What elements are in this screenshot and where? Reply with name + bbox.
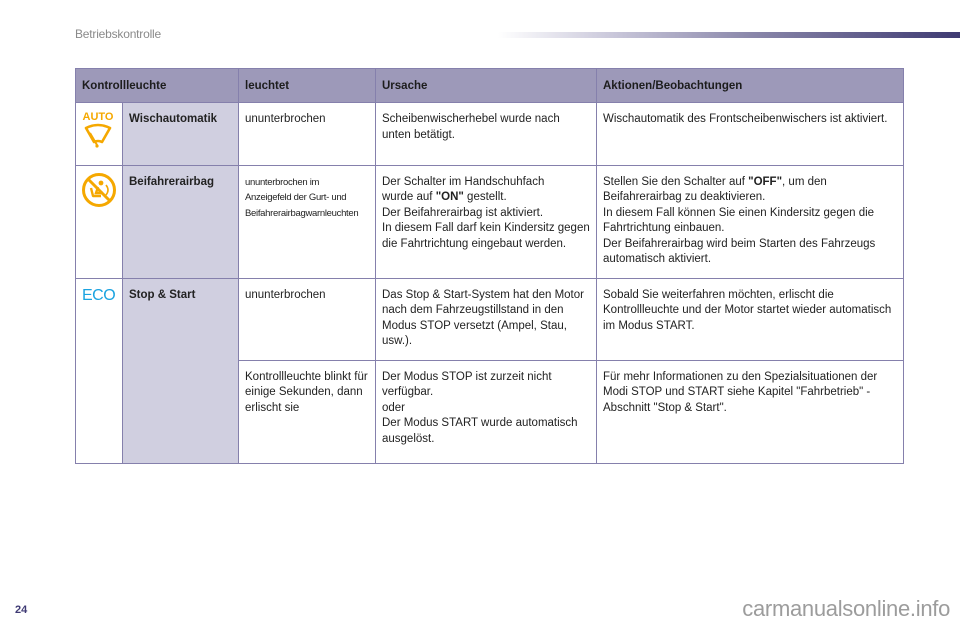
cause-line: Der Modus START wurde automatisch ausgel… <box>382 417 578 445</box>
action-text: Wischautomatik des Frontscheibenwischers… <box>596 102 904 166</box>
table-row: AUTO Wischautomatik ununterbrochen Schei… <box>75 102 904 166</box>
table-row: ECO Stop & Start ununterbrochen Das Stop… <box>75 277 904 464</box>
icon-cell <box>75 164 123 279</box>
auto-icon-label: AUTO <box>83 111 114 123</box>
watermark: carmanualsonline.info <box>742 596 950 621</box>
cause-text: Der Schalter im Handschuhfach wurde auf … <box>375 164 597 279</box>
lit-state: ununterbrochen <box>238 102 376 166</box>
header-gradient-bar <box>498 32 960 38</box>
eco-icon: ECO <box>81 285 117 309</box>
passenger-airbag-off-icon <box>81 172 117 214</box>
action-text: Für mehr Informationen zu den Spezialsit… <box>596 359 904 464</box>
warning-light-name: Beifahrerairbag <box>122 164 239 279</box>
cause-line: wurde auf "ON" gestellt. <box>382 190 590 206</box>
lit-state: ununterbrochen <box>238 277 376 361</box>
warning-light-name: Wischautomatik <box>122 102 239 166</box>
lit-state: ununterbrochen im Anzeigefeld der Gurt- … <box>238 164 376 279</box>
icon-cell: AUTO <box>75 102 123 166</box>
section-title: Betriebskontrolle <box>75 27 161 41</box>
switch-on-label: "ON" <box>435 191 464 203</box>
cause-text-fragment: wurde auf <box>382 191 436 203</box>
lit-state-line: Beifahrerairbagwarnleuchten <box>245 207 359 219</box>
eco-icon-label: ECO <box>82 287 115 303</box>
cause-line: Der Modus STOP ist zurzeit nicht verfügb… <box>382 370 552 399</box>
action-line: Der Beifahrerairbag wird beim Starten de… <box>603 237 876 266</box>
action-text-fragment: Stellen Sie den Schalter auf <box>603 175 749 188</box>
lit-state-line: ununterbrochen im <box>245 176 320 188</box>
lit-state-line: Anzeigefeld der Gurt- und <box>245 192 347 203</box>
cause-text: Der Modus STOP ist zurzeit nicht verfügb… <box>375 359 597 464</box>
column-header-aktionen: Aktionen/Beobachtungen <box>596 68 904 103</box>
cause-line: oder <box>382 401 406 414</box>
column-header-kontrollleuchte: Kontrollleuchte <box>75 68 239 103</box>
table-row: Beifahrerairbag ununterbrochen im Anzeig… <box>75 164 904 279</box>
column-header-leuchtet: leuchtet <box>238 68 376 103</box>
action-text: Sobald Sie weiterfahren möchten, erlisch… <box>596 277 904 361</box>
warning-lights-table: Kontrollleuchte leuchtet Ursache Aktione… <box>75 68 904 464</box>
cause-line: Der Beifahrerairbag ist aktiviert. <box>382 206 544 219</box>
switch-off-label: "OFF" <box>748 175 783 188</box>
table-header-row: Kontrollleuchte leuchtet Ursache Aktione… <box>75 68 904 103</box>
cause-text: Das Stop & Start-System hat den Motor na… <box>375 277 597 361</box>
action-line: In diesem Fall können Sie einen Kindersi… <box>603 206 875 235</box>
cause-text-fragment: gestellt. <box>463 191 507 203</box>
page-number: 24 <box>15 604 28 616</box>
lit-state: Kontrollleuchte blinkt für einige Sekund… <box>238 359 376 464</box>
cause-line: In diesem Fall darf kein Kindersitz gege… <box>382 222 590 250</box>
icon-cell: ECO <box>75 277 123 464</box>
action-text: Stellen Sie den Schalter auf "OFF", um d… <box>596 164 904 279</box>
column-header-ursache: Ursache <box>375 68 597 103</box>
action-line: Stellen Sie den Schalter auf "OFF", um d… <box>603 175 897 206</box>
auto-wiper-icon: AUTO <box>81 109 117 159</box>
cause-line: Der Schalter im Handschuhfach <box>382 175 545 188</box>
cause-text: Scheibenwischerhebel wurde nach unten be… <box>375 102 597 166</box>
warning-light-name: Stop & Start <box>122 277 239 464</box>
